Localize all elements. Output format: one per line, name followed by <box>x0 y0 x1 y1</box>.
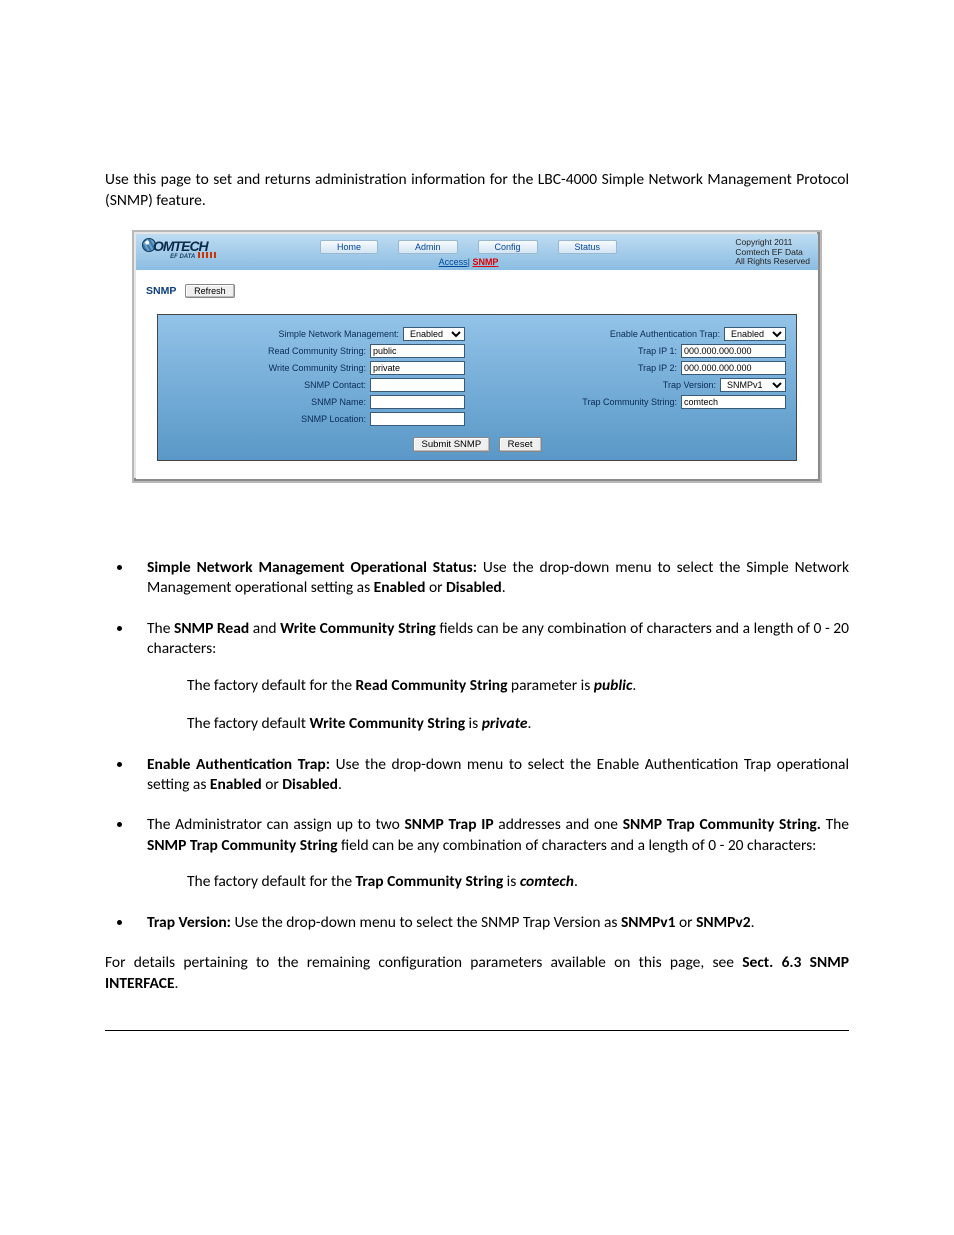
nav-admin[interactable]: Admin <box>398 240 458 254</box>
sub-trap-default: The factory default for the Trap Communi… <box>187 872 849 892</box>
breadcrumb: Access| SNMP <box>439 257 499 267</box>
label-trap-comm: Trap Community String: <box>582 397 677 407</box>
label-trap-ip1: Trap IP 1: <box>638 346 677 356</box>
nav-home[interactable]: Home <box>320 240 378 254</box>
bullet-snm-status: Simple Network Management Operational St… <box>133 558 849 599</box>
submit-snmp-button[interactable]: Submit SNMP <box>413 437 491 452</box>
bullet-trap-version: Trap Version: Use the drop-down menu to … <box>133 913 849 933</box>
label-snmp-contact: SNMP Contact: <box>304 380 366 390</box>
breadcrumb-access[interactable]: Access <box>439 257 468 267</box>
input-read-comm[interactable] <box>370 344 465 358</box>
page-title: SNMP <box>146 285 176 297</box>
sub-write-default: The factory default Write Community Stri… <box>187 714 849 734</box>
select-trap-version[interactable]: SNMPv1 <box>720 378 786 392</box>
label-snm: Simple Network Management: <box>278 329 399 339</box>
closing-paragraph: For details pertaining to the remaining … <box>105 953 849 994</box>
intro-paragraph: Use this page to set and returns adminis… <box>105 170 849 212</box>
input-write-comm[interactable] <box>370 361 465 375</box>
panel-header: OMTECH EF DATA Home Admin Config Status … <box>136 234 818 270</box>
screenshot-panel: OMTECH EF DATA Home Admin Config Status … <box>132 230 822 483</box>
input-snmp-location[interactable] <box>370 412 465 426</box>
label-snmp-location: SNMP Location: <box>301 414 366 424</box>
bullet-auth-trap: Enable Authentication Trap: Use the drop… <box>133 755 849 796</box>
bullet-trap-ip: The Administrator can assign up to two S… <box>133 815 849 892</box>
bullet-rw-community: The SNMP Read and Write Community String… <box>133 619 849 735</box>
refresh-button[interactable]: Refresh <box>185 284 235 298</box>
label-trap-ip2: Trap IP 2: <box>638 363 677 373</box>
sub-read-default: The factory default for the Read Communi… <box>187 676 849 696</box>
reset-button[interactable]: Reset <box>499 437 542 452</box>
copyright-block: Copyright 2011 Comtech EF Data All Right… <box>735 238 810 267</box>
breadcrumb-snmp[interactable]: SNMP <box>472 257 498 267</box>
nav-status[interactable]: Status <box>558 240 618 254</box>
select-auth-trap[interactable]: Enabled <box>724 327 786 341</box>
snmp-form: Simple Network Management: Enabled Read … <box>157 314 797 461</box>
input-trap-ip2[interactable] <box>681 361 786 375</box>
label-trap-version: Trap Version: <box>663 380 716 390</box>
footer-rule <box>105 1030 849 1031</box>
label-auth-trap: Enable Authentication Trap: <box>610 329 720 339</box>
input-trap-comm[interactable] <box>681 395 786 409</box>
label-read-comm: Read Community String: <box>268 346 366 356</box>
label-write-comm: Write Community String: <box>269 363 366 373</box>
nav-bar: Home Admin Config Status <box>320 240 617 254</box>
brand-logo: OMTECH EF DATA <box>142 238 208 260</box>
input-snmp-name[interactable] <box>370 395 465 409</box>
stripes-icon <box>198 252 218 258</box>
label-snmp-name: SNMP Name: <box>311 397 366 407</box>
nav-config[interactable]: Config <box>478 240 538 254</box>
input-trap-ip1[interactable] <box>681 344 786 358</box>
select-snm[interactable]: Enabled <box>403 327 465 341</box>
input-snmp-contact[interactable] <box>370 378 465 392</box>
